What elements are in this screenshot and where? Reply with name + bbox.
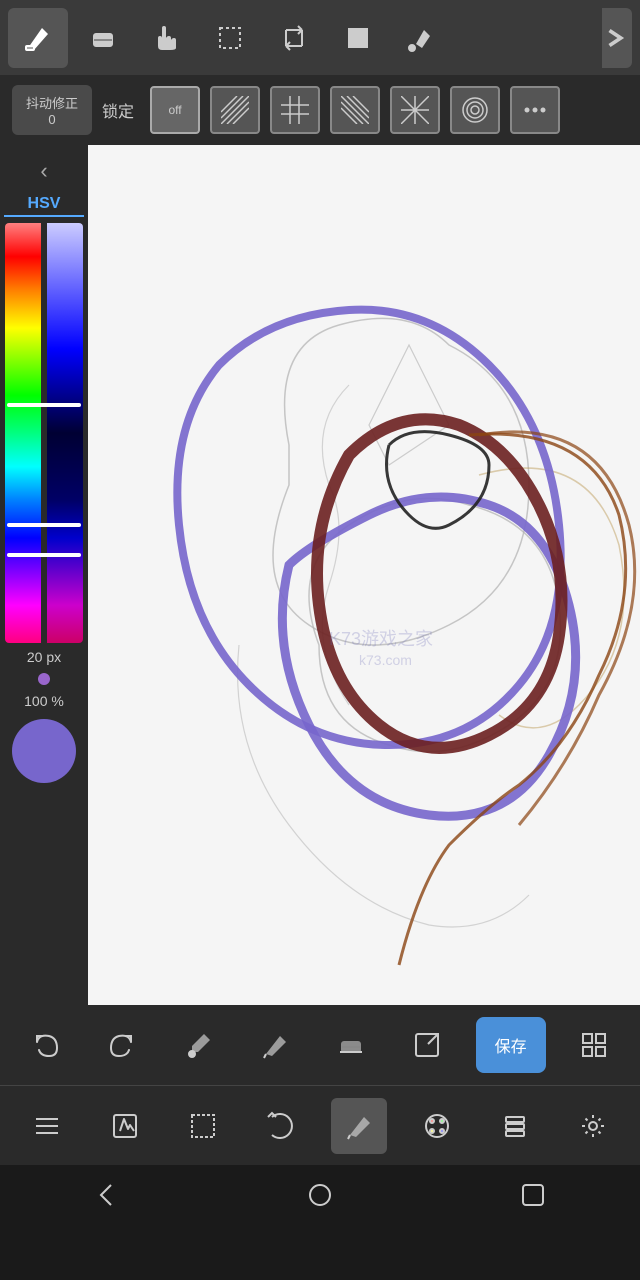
hue-strip [5, 223, 41, 643]
lock-diagonal1-button[interactable] [210, 86, 260, 134]
back-icon: ‹ [40, 158, 47, 183]
eyedropper-button[interactable] [171, 1017, 227, 1073]
eraser-tool[interactable] [72, 8, 132, 68]
current-color-swatch[interactable] [12, 719, 76, 783]
nav-recent-button[interactable] [493, 1165, 573, 1225]
brush-button[interactable] [331, 1098, 387, 1154]
lock-radial-button[interactable] [390, 86, 440, 134]
drawing-svg: K73游戏之家 k73.com [88, 145, 640, 1005]
svg-text:K73游戏之家: K73游戏之家 [329, 629, 433, 649]
stabilizer-bar: 抖动修正 0 锁定 off [0, 75, 640, 145]
color-gradient[interactable] [5, 223, 83, 643]
lock-label: 锁定 [102, 98, 134, 122]
size-label: 20 px [27, 649, 61, 665]
export-button[interactable] [399, 1017, 455, 1073]
transform-tool[interactable] [264, 8, 324, 68]
menu-button[interactable] [19, 1098, 75, 1154]
top-toolbar [0, 0, 640, 75]
lock-diagonal2-button[interactable] [330, 86, 380, 134]
edit-button[interactable] [97, 1098, 153, 1154]
save-button[interactable]: 保存 [476, 1017, 546, 1073]
rect-select-tool[interactable] [200, 8, 260, 68]
hsv-label: HSV [4, 195, 84, 217]
redo-button[interactable] [94, 1017, 150, 1073]
lock-more-button[interactable] [510, 86, 560, 134]
palette-button[interactable] [409, 1098, 465, 1154]
hand-tool[interactable] [136, 8, 196, 68]
svg-text:k73.com: k73.com [359, 652, 412, 668]
saturation-strip [47, 223, 83, 643]
layers-button[interactable] [487, 1098, 543, 1154]
lock-off-label: off [168, 103, 181, 117]
lock-grid-button[interactable] [270, 86, 320, 134]
save-label: 保存 [495, 1033, 527, 1057]
stabilizer-value: 0 [24, 112, 80, 127]
select-button[interactable] [175, 1098, 231, 1154]
color-panel: ‹ HSV 20 px 100 % [0, 145, 88, 1005]
bottom-toolbar2 [0, 1085, 640, 1165]
fill-bucket-tool[interactable] [392, 8, 452, 68]
lock-off-button[interactable]: off [150, 86, 200, 134]
main-area: ‹ HSV 20 px 100 % [0, 145, 640, 1005]
opacity-indicator [38, 673, 50, 685]
pencil2-button[interactable] [247, 1017, 303, 1073]
opacity-label: 100 % [24, 693, 64, 709]
color-marker-3 [7, 553, 81, 557]
color-marker-1 [7, 403, 81, 407]
toolbar-expand-button[interactable] [602, 8, 632, 68]
back-button[interactable]: ‹ [24, 153, 64, 189]
nav-back-button[interactable] [67, 1165, 147, 1225]
bottom-toolbar: 保存 [0, 1005, 640, 1085]
stabilizer-label: 抖动修正 [24, 93, 80, 112]
settings-button[interactable] [565, 1098, 621, 1154]
nav-bar [0, 1165, 640, 1225]
lock-concentric-button[interactable] [450, 86, 500, 134]
rotate-button[interactable] [253, 1098, 309, 1154]
fill-rect-tool[interactable] [328, 8, 388, 68]
color-marker-2 [7, 523, 81, 527]
canvas-area[interactable]: K73游戏之家 k73.com [88, 145, 640, 1005]
stabilizer-button[interactable]: 抖动修正 0 [12, 85, 92, 135]
undo-button[interactable] [18, 1017, 74, 1073]
nav-home-button[interactable] [280, 1165, 360, 1225]
eraser2-button[interactable] [323, 1017, 379, 1073]
grid-button[interactable] [566, 1017, 622, 1073]
pencil-tool[interactable] [8, 8, 68, 68]
